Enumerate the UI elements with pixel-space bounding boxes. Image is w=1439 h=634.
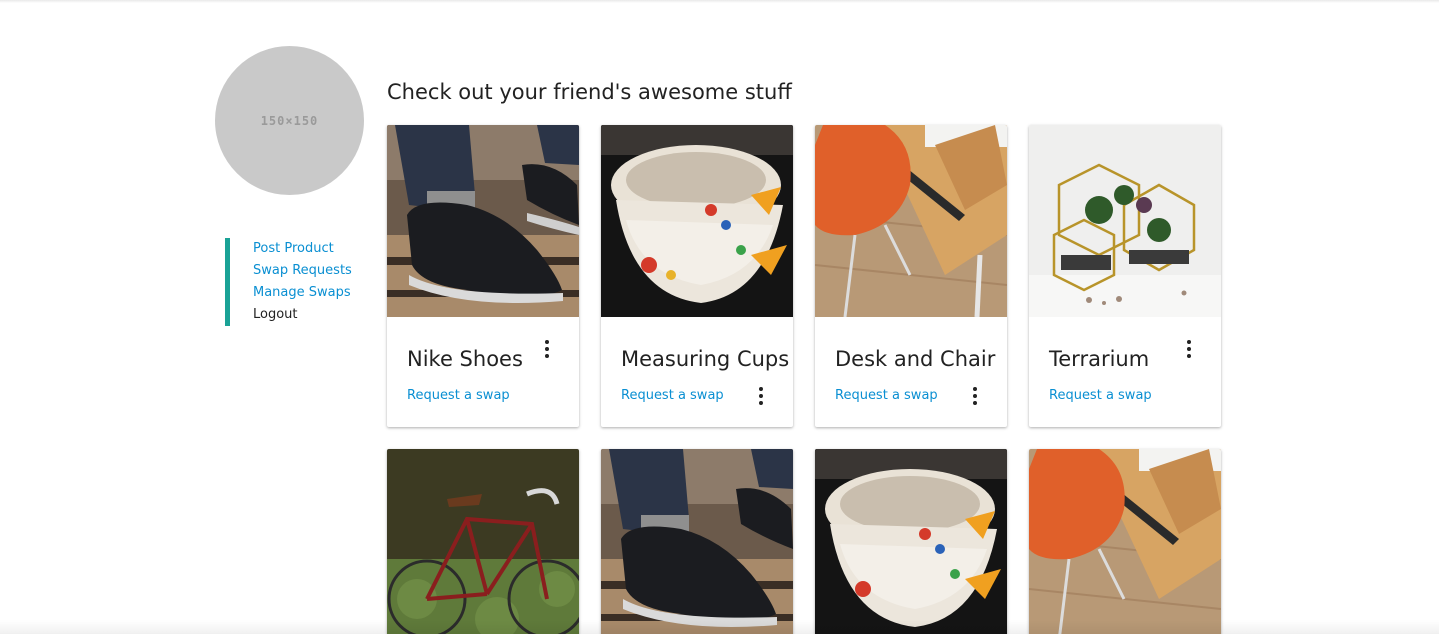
sidebar-nav: Post Product Swap Requests Manage Swaps … [225,238,365,326]
sidebar-item-manage-swaps[interactable]: Manage Swaps [253,283,365,303]
request-swap-link[interactable]: Request a swap [1049,388,1152,403]
measuring-cups-image[interactable] [815,449,1007,634]
product-card: Nike Shoes Request a swap [387,125,579,427]
sidebar-item-swap-requests[interactable]: Swap Requests [253,261,365,281]
sidebar-item-logout[interactable]: Logout [253,305,365,325]
product-card: Desk and Chair Request a swap [815,125,1007,427]
request-swap-link[interactable]: Request a swap [835,388,938,403]
shoe-image[interactable] [387,125,579,317]
avatar: 150×150 [215,46,364,195]
product-card [601,449,793,634]
top-shadow [0,0,1439,3]
desk-chair-image[interactable] [815,125,1007,317]
product-card [1029,449,1221,634]
more-vert-icon[interactable] [965,386,985,406]
more-vert-icon[interactable] [751,386,771,406]
product-name: Measuring Cups [621,347,790,371]
product-name: Nike Shoes [407,347,523,371]
card-body: Nike Shoes Request a swap [387,317,579,427]
card-body: Measuring Cups Request a swap [601,317,793,427]
request-swap-link[interactable]: Request a swap [621,388,724,403]
sidebar-item-post-product[interactable]: Post Product [253,239,365,259]
product-grid: Nike Shoes Request a swap Measuring Cups… [387,125,1224,634]
shoe-image[interactable] [601,449,793,634]
desk-chair-image[interactable] [1029,449,1221,634]
product-card [815,449,1007,634]
product-card [387,449,579,634]
terrarium-image[interactable] [1029,125,1221,317]
measuring-cups-image[interactable] [601,125,793,317]
more-vert-icon[interactable] [1179,339,1199,359]
product-name: Terrarium [1049,347,1150,371]
product-card: Measuring Cups Request a swap [601,125,793,427]
product-card: Terrarium Request a swap [1029,125,1221,427]
card-body: Desk and Chair Request a swap [815,317,1007,427]
product-name: Desk and Chair [835,347,996,371]
card-body: Terrarium Request a swap [1029,317,1221,427]
bicycle-image[interactable] [387,449,579,634]
more-vert-icon[interactable] [537,339,557,359]
request-swap-link[interactable]: Request a swap [407,388,510,403]
avatar-placeholder-text: 150×150 [260,113,319,128]
page-title: Check out your friend's awesome stuff [387,80,792,104]
